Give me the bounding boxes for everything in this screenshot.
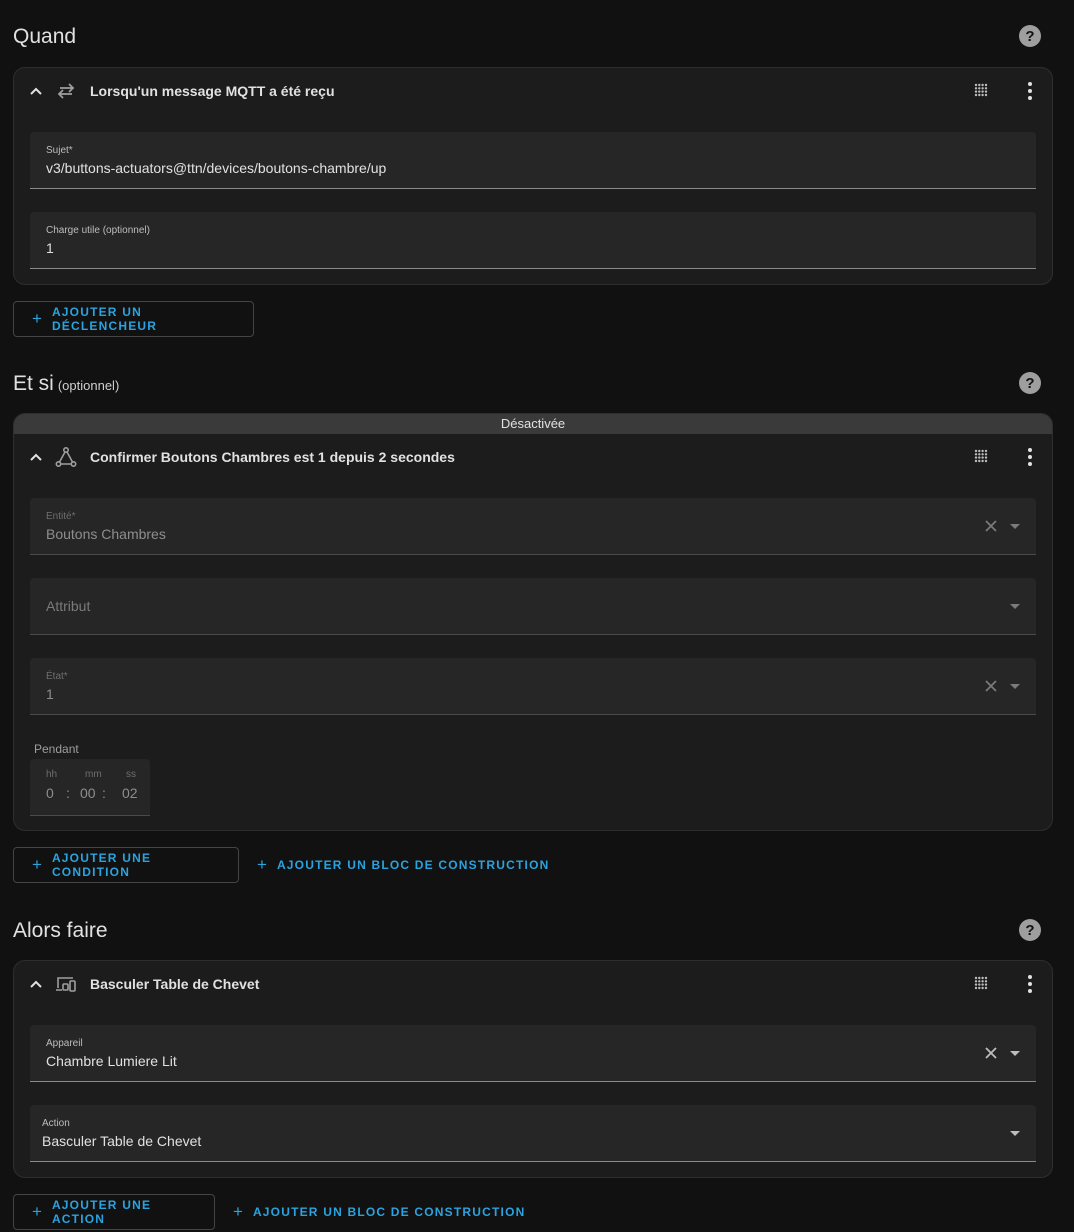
add-trigger-button[interactable]: + Ajouter un déclencheur bbox=[13, 301, 254, 337]
dropdown-arrow-icon[interactable] bbox=[1010, 1131, 1020, 1136]
conditions-section-title: Et si (optionnel) bbox=[13, 372, 119, 396]
actions-help-icon[interactable]: ? bbox=[1019, 919, 1041, 941]
entity-field[interactable]: Entité* Boutons Chambres bbox=[30, 498, 1036, 555]
action-select-field[interactable]: Action Basculer Table de Chevet bbox=[30, 1105, 1036, 1162]
entity-label: Entité* bbox=[46, 511, 76, 522]
plus-icon: + bbox=[32, 309, 42, 328]
payload-label: Charge utile (optionnel) bbox=[46, 225, 150, 236]
action-value: Basculer Table de Chevet bbox=[42, 1133, 202, 1149]
trigger-card-title: Lorsqu'un message MQTT a été reçu bbox=[90, 83, 335, 99]
topic-field[interactable]: Sujet* v3/buttons-actuators@ttn/devices/… bbox=[30, 132, 1036, 189]
state-value: 1 bbox=[46, 686, 54, 702]
plus-icon: + bbox=[257, 855, 267, 874]
attribute-placeholder: Attribut bbox=[46, 598, 91, 614]
drag-handle-icon[interactable] bbox=[974, 83, 988, 97]
clear-icon[interactable] bbox=[984, 679, 998, 693]
minutes-value[interactable]: 00 bbox=[80, 785, 96, 801]
plus-icon: + bbox=[32, 1202, 42, 1221]
hours-unit: hh bbox=[46, 769, 58, 780]
device-value: Chambre Lumiere Lit bbox=[46, 1053, 177, 1069]
trigger-card: Lorsqu'un message MQTT a été reçu Sujet*… bbox=[13, 67, 1053, 285]
condition-card-header[interactable]: Confirmer Boutons Chambres est 1 depuis … bbox=[14, 434, 1052, 480]
plus-icon: + bbox=[233, 1202, 243, 1221]
add-action-button[interactable]: + Ajouter une action bbox=[13, 1194, 215, 1230]
dropdown-arrow-icon[interactable] bbox=[1010, 1051, 1020, 1056]
duration-input[interactable]: hh mm ss 0 : 00 : 02 bbox=[30, 759, 150, 816]
duration-label: Pendant bbox=[34, 742, 79, 756]
add-condition-label: Ajouter une condition bbox=[51, 851, 152, 879]
add-condition-button[interactable]: + Ajouter une condition bbox=[13, 847, 239, 883]
devices-icon bbox=[56, 977, 76, 992]
add-action-block-button[interactable]: + Ajouter un bloc de construction bbox=[233, 1195, 525, 1229]
add-condition-block-button[interactable]: + Ajouter un bloc de construction bbox=[257, 848, 549, 882]
conditions-title: Et si bbox=[13, 372, 54, 395]
clear-icon[interactable] bbox=[984, 519, 998, 533]
dropdown-arrow-icon[interactable] bbox=[1010, 524, 1020, 529]
entity-value: Boutons Chambres bbox=[46, 526, 166, 542]
more-vert-icon[interactable] bbox=[1026, 81, 1034, 101]
seconds-value[interactable]: 02 bbox=[122, 785, 138, 801]
actions-section-title: Alors faire bbox=[13, 919, 108, 942]
hours-value[interactable]: 0 bbox=[46, 785, 54, 801]
add-trigger-label: Ajouter un déclencheur bbox=[51, 305, 158, 333]
condition-card-title: Confirmer Boutons Chambres est 1 depuis … bbox=[90, 449, 455, 465]
trigger-card-header[interactable]: Lorsqu'un message MQTT a été reçu bbox=[14, 68, 1052, 114]
chevron-up-icon[interactable] bbox=[28, 449, 44, 465]
triggers-help-icon[interactable]: ? bbox=[1019, 25, 1041, 47]
chevron-up-icon[interactable] bbox=[28, 976, 44, 992]
state-label: État* bbox=[46, 671, 68, 682]
add-action-block-label: Ajouter un bloc de construction bbox=[252, 1205, 526, 1219]
action-card-title: Basculer Table de Chevet bbox=[90, 976, 260, 992]
dropdown-arrow-icon[interactable] bbox=[1010, 604, 1020, 609]
swap-horizontal-icon bbox=[57, 83, 75, 99]
drag-handle-icon[interactable] bbox=[974, 976, 988, 990]
condition-card: Désactivée Confirmer Boutons Chambres es… bbox=[13, 413, 1053, 831]
clear-icon[interactable] bbox=[984, 1046, 998, 1060]
action-card-header[interactable]: Basculer Table de Chevet bbox=[14, 961, 1052, 1007]
add-condition-block-label: Ajouter un bloc de construction bbox=[276, 858, 550, 872]
disabled-banner: Désactivée bbox=[14, 414, 1052, 434]
more-vert-icon[interactable] bbox=[1026, 974, 1034, 994]
action-label: Action bbox=[42, 1118, 70, 1129]
dropdown-arrow-icon[interactable] bbox=[1010, 684, 1020, 689]
plus-icon: + bbox=[32, 855, 42, 874]
more-vert-icon[interactable] bbox=[1026, 447, 1034, 467]
minutes-unit: mm bbox=[85, 769, 102, 780]
seconds-unit: ss bbox=[126, 769, 136, 780]
duration-separator: : bbox=[102, 785, 106, 801]
state-graph-icon bbox=[55, 446, 77, 467]
duration-separator: : bbox=[66, 785, 70, 801]
drag-handle-icon[interactable] bbox=[974, 449, 988, 463]
payload-field[interactable]: Charge utile (optionnel) 1 bbox=[30, 212, 1036, 269]
chevron-up-icon[interactable] bbox=[28, 83, 44, 99]
payload-value: 1 bbox=[46, 240, 54, 256]
device-field[interactable]: Appareil Chambre Lumiere Lit bbox=[30, 1025, 1036, 1082]
attribute-field[interactable]: Attribut bbox=[30, 578, 1036, 635]
state-field[interactable]: État* 1 bbox=[30, 658, 1036, 715]
triggers-section-title: Quand bbox=[13, 25, 77, 48]
topic-value: v3/buttons-actuators@ttn/devices/boutons… bbox=[46, 160, 387, 176]
add-action-label: Ajouter une action bbox=[51, 1198, 152, 1226]
device-label: Appareil bbox=[46, 1038, 83, 1049]
conditions-optional: (optionnel) bbox=[57, 378, 120, 393]
conditions-help-icon[interactable]: ? bbox=[1019, 372, 1041, 394]
topic-label: Sujet* bbox=[46, 145, 73, 156]
action-card: Basculer Table de Chevet Appareil Chambr… bbox=[13, 960, 1053, 1178]
